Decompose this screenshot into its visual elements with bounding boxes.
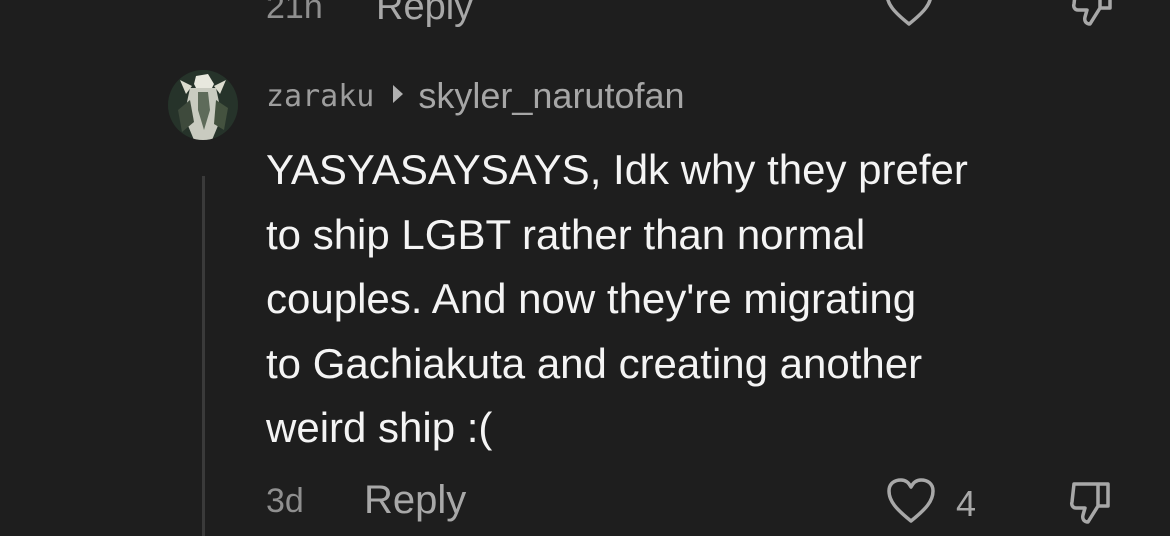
comment-header: zaraku skyler_narutofan bbox=[266, 72, 685, 120]
like-count: 4 bbox=[956, 482, 977, 524]
heart-icon[interactable] bbox=[886, 478, 936, 529]
previous-comment-actions: 21h Reply bbox=[266, 0, 1146, 36]
thread-line bbox=[202, 176, 205, 536]
comment-actions: 3d Reply 4 bbox=[266, 474, 1146, 534]
comment-time: 3d bbox=[266, 482, 304, 520]
previous-comment-time: 21h bbox=[266, 0, 323, 26]
avatar[interactable] bbox=[168, 70, 238, 140]
username[interactable]: zaraku bbox=[266, 79, 374, 114]
like-button[interactable]: 4 bbox=[886, 478, 976, 529]
reply-to-username[interactable]: skyler_narutofan bbox=[418, 75, 684, 117]
caret-right-icon bbox=[392, 84, 404, 109]
thumbs-down-icon[interactable] bbox=[1068, 480, 1114, 531]
previous-reply-button[interactable]: Reply bbox=[376, 0, 473, 29]
previous-thumbs-down-icon[interactable] bbox=[1070, 0, 1116, 33]
avatar-image bbox=[168, 70, 238, 140]
comment-text: YASYASAYSAYS, Idk why they prefer to shi… bbox=[266, 146, 968, 451]
reply-button[interactable]: Reply bbox=[364, 478, 466, 523]
previous-heart-icon[interactable] bbox=[884, 0, 934, 33]
